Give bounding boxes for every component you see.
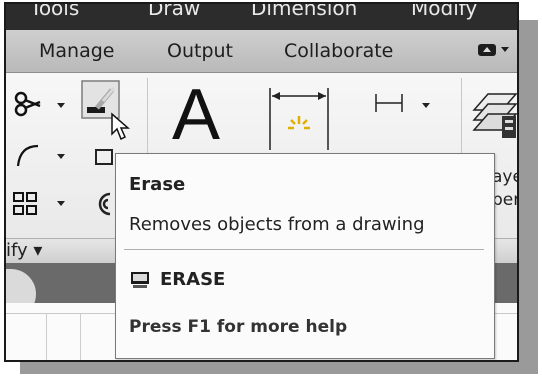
linear-dimension-icon[interactable] — [268, 84, 332, 152]
tab-manage[interactable]: Manage — [39, 40, 114, 62]
tooltip-description: Removes objects from a drawing — [129, 214, 425, 235]
modify-panel-label[interactable]: ify ▾ — [6, 240, 42, 261]
dim-dropdown-icon[interactable] — [374, 90, 406, 116]
ribbon-minimize-icon[interactable] — [478, 44, 496, 56]
fillet-icon[interactable] — [12, 140, 42, 170]
layer-properties-icon[interactable] — [472, 88, 517, 148]
grid-line — [46, 313, 47, 360]
chevron-down-icon[interactable] — [501, 47, 509, 52]
copy-icon[interactable] — [92, 144, 116, 168]
menu-draw[interactable]: Draw — [148, 4, 200, 20]
scissors-icon[interactable] — [12, 90, 42, 118]
menu-bar: Tools Draw Dimension Modify — [6, 4, 517, 30]
chevron-down-icon[interactable] — [422, 103, 430, 108]
autocad-window-crop: Tools Draw Dimension Modify Manage Outpu… — [4, 2, 519, 362]
chevron-down-icon[interactable] — [57, 154, 65, 159]
offset-icon[interactable] — [90, 190, 114, 218]
tooltip-help-text: Press F1 for more help — [129, 317, 348, 337]
tab-output[interactable]: Output — [167, 40, 233, 62]
menu-modify[interactable]: Modify — [411, 4, 477, 20]
menu-dimension[interactable]: Dimension — [251, 4, 357, 20]
menu-tools[interactable]: Tools — [30, 4, 79, 20]
tab-collaborate[interactable]: Collaborate — [284, 40, 393, 62]
grid-line — [80, 313, 81, 360]
ribbon-tab-row: Manage Output Collaborate — [6, 30, 517, 73]
erase-tooltip: Erase Removes objects from a drawing ERA… — [115, 153, 495, 359]
layer-properties-label[interactable]: ayer — [492, 167, 517, 187]
chevron-down-icon[interactable] — [57, 201, 65, 206]
cursor-arrow-icon — [111, 112, 130, 141]
tooltip-divider — [124, 249, 484, 250]
erase-command-icon — [131, 272, 149, 288]
text-icon[interactable]: A — [172, 74, 220, 156]
array-icon[interactable] — [12, 190, 40, 218]
tooltip-title: Erase — [129, 174, 186, 195]
layer-properties-label-2[interactable]: pert — [492, 190, 517, 210]
chevron-down-icon[interactable] — [57, 103, 65, 108]
tooltip-command-name: ERASE — [160, 269, 226, 290]
